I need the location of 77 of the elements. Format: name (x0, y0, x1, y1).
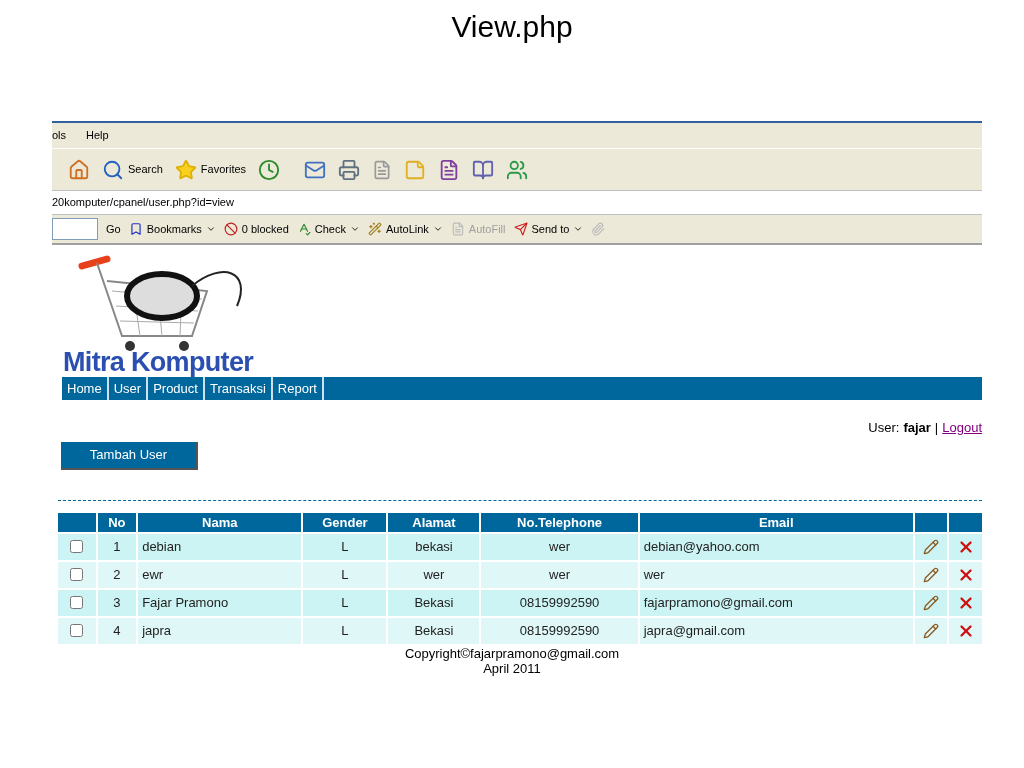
table-cell: Bekasi (388, 589, 480, 616)
toolbar-button[interactable]: 0 blocked (223, 220, 289, 238)
user-name: fajar (903, 419, 931, 437)
row-checkbox[interactable] (70, 540, 84, 553)
nav-link[interactable]: Home (62, 377, 109, 400)
toolbar-button[interactable]: Check (296, 220, 360, 238)
row-checkbox[interactable] (70, 568, 84, 581)
separator: | (934, 419, 939, 437)
column-header: Gender (303, 512, 387, 532)
toolbar-button[interactable]: AutoLink (368, 220, 443, 238)
nav-link[interactable]: Product (148, 377, 205, 400)
table-cell: L (303, 617, 387, 644)
nav-link[interactable]: Transaksi (204, 377, 273, 400)
table-cell: japra@gmail.com (639, 617, 913, 644)
search-icon (102, 158, 124, 181)
toolbar-button[interactable]: Search (102, 158, 163, 181)
nav-link[interactable]: User (108, 377, 149, 400)
table-cell: 1 (97, 533, 137, 560)
table-cell: Bekasi (388, 617, 480, 644)
caret-icon (573, 224, 584, 234)
header-cell (949, 512, 982, 532)
send-icon (513, 222, 528, 236)
column-header: No.Telephone (481, 512, 638, 532)
search-input[interactable] (52, 218, 98, 240)
home-icon[interactable] (68, 158, 90, 181)
paperclip-icon[interactable] (591, 222, 606, 236)
table-cell: L (303, 589, 387, 616)
caret-icon (205, 224, 216, 234)
table-cell: ewr (138, 561, 302, 588)
row-checkbox[interactable] (70, 624, 84, 637)
blocked-icon (223, 222, 238, 236)
logout-link[interactable]: Logout (942, 418, 982, 438)
toolbar-button[interactable]: Favorites (174, 158, 247, 181)
site-logo: Mitra Komputer (63, 347, 255, 377)
nav-link[interactable]: Report (272, 377, 324, 400)
table-cell: wer (639, 561, 913, 588)
slide-title: View.php (451, 9, 573, 45)
column-header: Nama (138, 512, 302, 532)
user-label: User: (868, 419, 900, 437)
star-icon (174, 158, 197, 181)
table-cell: wer (481, 561, 638, 588)
column-header: Email (639, 512, 913, 532)
table-cell: 08159992590 (481, 617, 638, 644)
header-cell (914, 512, 948, 532)
footer-text: Copyright©fajarpramono@gmail.com (404, 645, 620, 661)
column-header: Alamat (388, 512, 480, 532)
table-cell: bekasi (388, 533, 480, 560)
table-cell: debian (138, 533, 302, 560)
table-cell: L (303, 561, 387, 588)
column-header: No (97, 512, 137, 532)
table-cell: wer (481, 533, 638, 560)
caret-icon (350, 224, 360, 234)
address-field[interactable]: 20komputer/cpanel/user.php?id=view (52, 190, 982, 215)
print-icon[interactable] (338, 158, 361, 181)
table-cell: 08159992590 (481, 589, 638, 616)
table-cell: 4 (97, 617, 137, 644)
table-cell: wer (388, 561, 480, 588)
table-cell: 2 (97, 561, 137, 588)
table-cell: Fajar Pramono (138, 589, 302, 616)
row-checkbox[interactable] (70, 596, 84, 609)
toolbar-button[interactable]: Bookmarks (128, 220, 216, 238)
document-icon (450, 222, 465, 236)
toolbar-button[interactable]: Send to (513, 220, 584, 238)
add-user-button[interactable]: Tambah User (61, 441, 198, 470)
caret-icon (432, 224, 443, 234)
toolbar-button[interactable]: Go (106, 220, 121, 238)
header-cell (58, 512, 96, 532)
table-cell: debian@yahoo.com (639, 533, 913, 560)
table-cell: fajarpramono@gmail.com (639, 589, 913, 616)
bookmark-icon (128, 222, 143, 236)
table-cell: L (303, 533, 387, 560)
table-cell: 3 (97, 589, 137, 616)
menu-item[interactable]: ols (52, 127, 67, 144)
footer-text: April 2011 (483, 660, 541, 676)
table-cell: japra (138, 617, 302, 644)
menu-item[interactable]: Help (86, 127, 109, 144)
wand-icon (368, 222, 382, 236)
